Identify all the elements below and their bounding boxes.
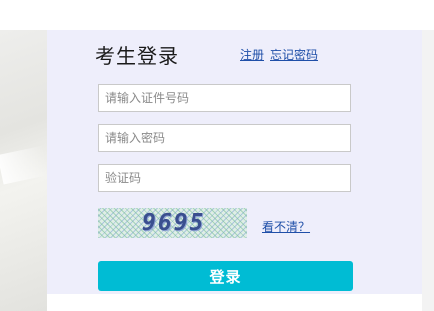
bottom-strip — [47, 294, 422, 311]
login-title: 考生登录 — [95, 44, 179, 68]
forgot-password-link[interactable]: 忘记密码 — [270, 47, 318, 63]
background-image-left — [0, 30, 50, 311]
background-streak — [0, 145, 50, 185]
id-number-input[interactable] — [98, 84, 351, 112]
captcha-input[interactable] — [98, 164, 351, 192]
password-input[interactable] — [98, 124, 351, 152]
login-panel — [47, 30, 422, 294]
background-right — [422, 30, 434, 311]
register-link[interactable]: 注册 — [240, 47, 264, 63]
refresh-captcha-link[interactable]: 看不清？ — [262, 219, 310, 235]
login-button[interactable]: 登录 — [98, 261, 353, 291]
captcha-image-text: 9695 — [142, 210, 206, 236]
top-strip — [0, 0, 434, 30]
captcha-image[interactable]: 9695 — [98, 208, 247, 238]
